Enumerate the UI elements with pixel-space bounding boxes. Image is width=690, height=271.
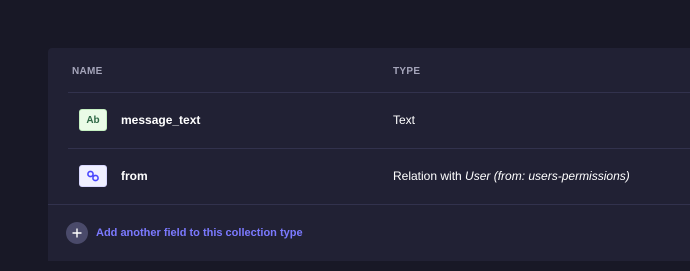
field-type: Relation with User (from: users-permissi… [393,169,630,183]
add-field-label: Add another field to this collection typ… [96,227,303,239]
table-header: NAME TYPE [48,48,690,92]
text-field-icon: Ab [79,109,107,131]
field-name: from [121,169,148,183]
field-type: Text [393,113,416,127]
table-divider [48,204,690,205]
relation-link-icon [79,165,107,187]
relation-target: User (from: users-permissions) [465,169,630,183]
plus-glyph [72,228,82,238]
field-row-message-text[interactable]: Ab message_text Text [68,92,690,149]
text-badge-label: Ab [86,114,100,126]
field-name: message_text [121,113,201,127]
fields-table: NAME TYPE Ab message_text Text from Rela… [48,48,690,261]
field-row-from[interactable]: from Relation with User (from: users-per… [68,148,690,205]
link-glyph [87,170,99,182]
column-header-type: TYPE [393,66,421,77]
column-header-name: NAME [72,66,103,77]
relation-prefix: Relation with [393,169,466,183]
plus-icon [66,222,88,244]
add-field-button[interactable]: Add another field to this collection typ… [66,222,303,244]
